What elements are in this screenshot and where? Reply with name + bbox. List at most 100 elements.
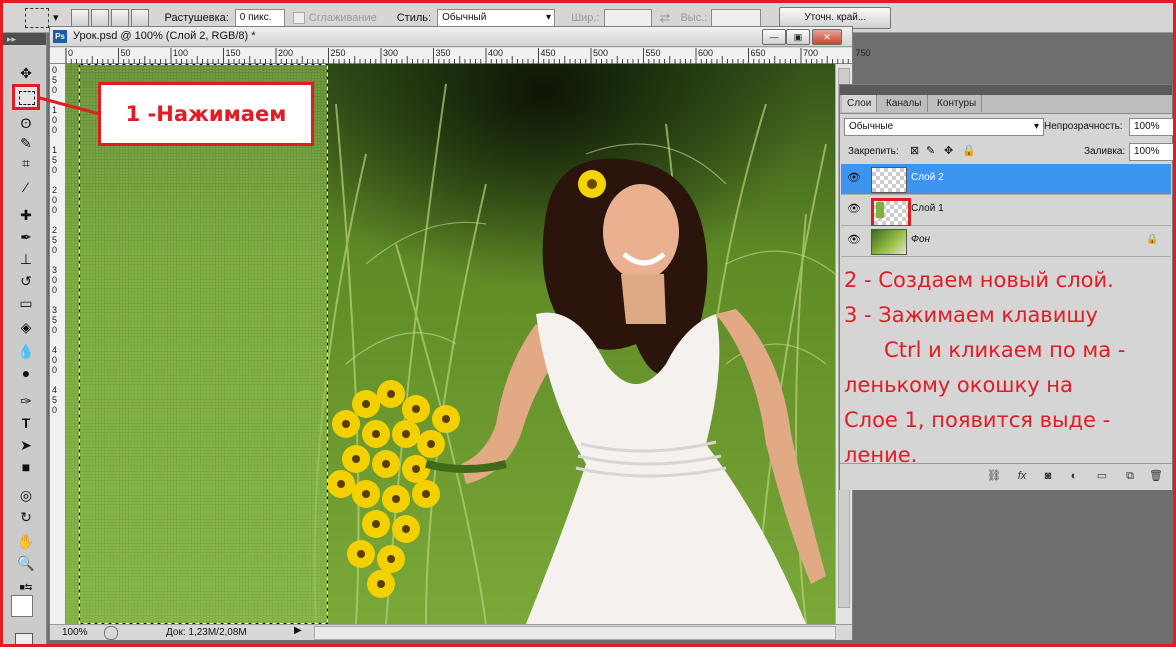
ruler-tick-label: 0 <box>52 245 58 255</box>
lock-transparency-icon[interactable]: ⊠ <box>910 144 919 157</box>
lock-position-icon[interactable]: ✥ <box>944 144 953 157</box>
ruler-tick-label: 0 <box>52 275 58 285</box>
close-icon[interactable]: ✕ <box>812 29 842 45</box>
pen-tool-icon[interactable]: ✑ <box>15 391 37 411</box>
rectangle-tool-icon[interactable]: ■ <box>15 457 37 477</box>
height-input[interactable] <box>711 8 762 27</box>
thumbnail-green-fill <box>876 202 884 218</box>
ruler-tick-label: 0 <box>52 85 58 95</box>
document-title-bar[interactable]: Ps Урок.psd @ 100% (Слой 2, RGB/8) * — ▣… <box>50 27 852 47</box>
zoom-tool-icon[interactable]: 🔍 <box>15 553 37 573</box>
swap-icon[interactable]: ⇄ <box>660 10 671 26</box>
brush-tool-icon[interactable]: ✒ <box>15 227 37 247</box>
blur-tool-icon[interactable]: 💧 <box>15 341 37 361</box>
layer-thumbnail[interactable] <box>871 167 907 193</box>
foreground-color-swatch[interactable] <box>11 595 33 617</box>
quick-mask-icon[interactable] <box>15 633 33 645</box>
fill-input[interactable]: 100% <box>1129 143 1175 161</box>
marquee-preset-icon[interactable] <box>25 7 49 28</box>
layer-name[interactable]: Фон <box>911 234 930 245</box>
status-menu-icon[interactable] <box>104 626 118 640</box>
lasso-tool-icon[interactable]: ʘ <box>15 113 37 133</box>
antialias-label: Сглаживание <box>308 11 377 24</box>
3d-rotate-tool-icon[interactable]: ◎ <box>15 485 37 505</box>
ruler-tick-label: 0 <box>52 195 58 205</box>
zoom-level[interactable]: 100% <box>62 627 88 638</box>
default-colors-icon[interactable]: ■⇆ <box>15 577 37 597</box>
flower-center <box>372 430 380 438</box>
feather-input[interactable]: 0 пикс. <box>234 8 285 27</box>
add-mask-icon[interactable]: ◙ <box>1040 469 1056 483</box>
flower-center <box>427 440 435 448</box>
ruler-tick-label: 4 <box>52 345 58 355</box>
add-selection-icon[interactable] <box>90 8 109 27</box>
minimize-icon[interactable]: — <box>762 29 786 45</box>
layer-row-layer-1[interactable]: 👁 Слой 1 <box>841 195 1171 228</box>
healing-brush-tool-icon[interactable]: ✚ <box>15 205 37 225</box>
status-arrow-icon[interactable]: ▶ <box>294 625 302 636</box>
adjustment-layer-icon[interactable]: ◐ <box>1066 469 1082 483</box>
tab-channels[interactable]: Каналы <box>881 95 928 112</box>
new-layer-icon[interactable]: ⧉ <box>1122 469 1138 483</box>
flower-center <box>362 490 370 498</box>
3d-orbit-tool-icon[interactable]: ↻ <box>15 507 37 527</box>
rectangular-marquee-tool-icon[interactable] <box>12 84 40 110</box>
lock-all-icon[interactable]: 🔒 <box>962 144 976 157</box>
preset-dropdown-icon[interactable]: ▾ <box>53 11 59 24</box>
dodge-tool-icon[interactable]: ● <box>15 363 37 383</box>
ruler-tick-label: 0 <box>52 355 58 365</box>
layers-panel-header[interactable] <box>840 85 1172 95</box>
crop-tool-icon[interactable]: ⌗ <box>15 153 37 173</box>
move-tool-icon[interactable]: ✥ <box>15 63 37 83</box>
path-selection-tool-icon[interactable]: ➤ <box>15 435 37 455</box>
type-tool-icon[interactable]: T <box>15 413 37 433</box>
image-canvas[interactable] <box>66 64 835 624</box>
layer-name[interactable]: Слой 1 <box>911 203 944 214</box>
annotation-line: ленькому окошку на <box>844 373 1073 397</box>
layer-name[interactable]: Слой 2 <box>911 172 944 183</box>
new-selection-icon[interactable] <box>70 8 89 27</box>
opacity-input[interactable]: 100% <box>1129 118 1175 136</box>
layer-style-icon[interactable]: fx <box>1014 469 1030 483</box>
layer-row-layer-2[interactable]: 👁 Слой 2 <box>841 164 1171 195</box>
ruler-tick-label: 5 <box>52 315 58 325</box>
clone-stamp-tool-icon[interactable]: ⊥ <box>15 249 37 269</box>
eye-icon[interactable]: 👁 <box>846 172 862 185</box>
history-brush-tool-icon[interactable]: ↺ <box>15 271 37 291</box>
eraser-tool-icon[interactable]: ▭ <box>15 293 37 313</box>
quick-selection-tool-icon[interactable]: ✎ <box>15 133 37 153</box>
blend-mode-select[interactable]: Обычные ▾ <box>844 118 1044 136</box>
tab-layers[interactable]: Слои <box>842 95 878 112</box>
tab-paths[interactable]: Контуры <box>932 95 983 112</box>
horizontal-scrollbar[interactable] <box>314 626 836 640</box>
delete-layer-icon[interactable]: 🗑 <box>1148 469 1164 483</box>
hand-tool-icon[interactable]: ✋ <box>15 531 37 551</box>
lock-pixels-icon[interactable]: ✎ <box>926 144 935 157</box>
intersect-selection-icon[interactable] <box>130 8 149 27</box>
flower-center <box>352 455 360 463</box>
ruler-tick-label: 100 <box>173 48 189 58</box>
eye-icon[interactable]: 👁 <box>846 234 862 247</box>
paint-bucket-tool-icon[interactable]: ◈ <box>15 317 37 337</box>
restore-icon[interactable]: ▣ <box>786 29 810 45</box>
ps-badge-icon: Ps <box>53 30 67 43</box>
subtract-selection-icon[interactable] <box>110 8 129 27</box>
new-group-icon[interactable]: ▭ <box>1094 469 1110 483</box>
ruler-tick-label: 450 <box>540 48 556 58</box>
style-select[interactable]: Обычный ▾ <box>437 8 556 27</box>
ruler-tick-label: 300 <box>383 48 399 58</box>
layer-row-background[interactable]: 👁 Фон 🔒 <box>841 226 1171 257</box>
ruler-origin[interactable] <box>50 48 66 64</box>
tools-panel-header[interactable]: ▸▸ <box>3 33 46 45</box>
antialias-checkbox[interactable] <box>292 11 305 24</box>
flower-center <box>402 525 410 533</box>
ruler-tick-label: 0 <box>52 205 58 215</box>
layer-thumbnail[interactable] <box>871 229 907 255</box>
eye-icon[interactable]: 👁 <box>846 203 862 216</box>
layer-thumbnail-highlighted[interactable] <box>871 198 911 228</box>
eyedropper-tool-icon[interactable]: ⁄ <box>15 177 37 197</box>
workspace-background <box>853 33 1173 84</box>
ruler-tick-label: 50 <box>120 48 131 58</box>
link-layers-icon[interactable]: ⛓ <box>986 469 1002 483</box>
width-input[interactable] <box>603 8 652 27</box>
